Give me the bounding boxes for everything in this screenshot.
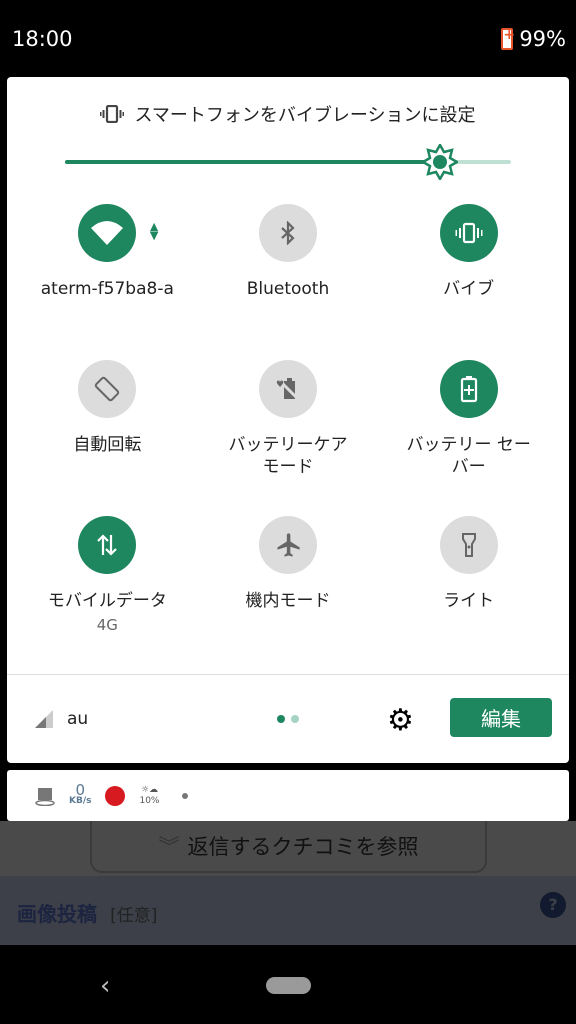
battery-saver-icon[interactable] (439, 360, 498, 418)
weather-info: ☼☁ 10% (139, 784, 160, 806)
tile-label: Bluetooth (246, 279, 330, 299)
tile-battery-saver[interactable]: バッテリー セー バー (378, 360, 559, 516)
network-speed: 0 KB/s (69, 780, 92, 806)
rotate-icon[interactable] (78, 360, 137, 418)
back-icon[interactable]: ‹ (100, 971, 110, 1001)
ringer-mode: スマートフォンをバイブレーションに設定 (7, 101, 569, 127)
mobile-data-icon[interactable] (78, 516, 137, 574)
tile-grid: ▲ ▼ aterm-f57ba8-a Bluetooth バイブ自動回転 ♥ バッテリーケア… (17, 204, 559, 672)
tile-airplane[interactable]: 機内モード (198, 516, 379, 672)
page-dot (291, 715, 299, 723)
trend-micro-icon (105, 785, 126, 806)
signal-icon (35, 710, 53, 728)
tile-rotate[interactable]: 自動回転 (17, 360, 198, 516)
tile-battery-care[interactable]: ♥ バッテリーケア モード (198, 360, 379, 516)
edit-button[interactable]: 編集 (450, 698, 552, 737)
notification-icons-bar[interactable]: 0 KB/s ☼☁ 10% (7, 770, 569, 821)
slider-fill (65, 160, 440, 164)
page-indicator (277, 715, 299, 723)
image-post-section: 画像投稿 [任意] ? (0, 876, 576, 945)
tile-label: バッテリーケア モード (228, 435, 348, 477)
panel-footer: au ⚙ 編集 (7, 674, 569, 763)
clock: 18:00 (12, 27, 73, 51)
bluetooth-icon[interactable] (258, 204, 317, 262)
tile-label: 自動回転 (73, 435, 142, 455)
quick-settings-panel: スマートフォンをバイブレーションに設定 ▲ ▼ aterm-f57ba8-a Blue… (7, 77, 569, 763)
battery-icon (501, 27, 514, 50)
vibrate-icon (100, 105, 125, 123)
tile-label: バッテリー セー バー (406, 435, 531, 477)
vibrate-icon[interactable] (439, 204, 498, 262)
flashlight-icon[interactable] (439, 516, 498, 574)
double-chevron-down-icon: ︾ (158, 835, 180, 859)
weather-icon: ☼☁ (140, 784, 159, 795)
tile-flashlight[interactable]: ライト (378, 516, 559, 672)
more-dot-icon (181, 792, 188, 799)
help-icon[interactable]: ? (540, 892, 566, 918)
reply-reviews-button[interactable]: ︾ 返信するクチコミを参照 (90, 821, 487, 873)
battery-indicator: 99% (501, 27, 566, 51)
navigation-bar: ‹ (0, 945, 576, 1024)
brightness-thumb-icon[interactable] (421, 144, 458, 180)
tile-label: aterm-f57ba8-a (40, 279, 174, 299)
status-bar: 18:00 99% (0, 0, 576, 77)
battery-care-icon[interactable]: ♥ (258, 360, 317, 418)
brightness-slider[interactable] (65, 144, 511, 180)
tile-label: ライト (443, 591, 495, 611)
tile-vibrate[interactable]: バイブ (378, 204, 559, 360)
storage-icon (35, 787, 55, 806)
tile-bluetooth[interactable]: Bluetooth (198, 204, 379, 360)
carrier-info: au (35, 709, 88, 729)
tile-label: 機内モード (245, 591, 331, 611)
svg-text:♥: ♥ (276, 380, 284, 390)
data-activity-icon: ▲ ▼ (149, 220, 159, 242)
wifi-icon[interactable]: ▲ ▼ (78, 204, 158, 262)
home-button[interactable] (266, 977, 311, 994)
tile-label: モバイルデータ 4G (47, 591, 167, 634)
tile-label: バイブ (443, 279, 495, 299)
tile-sublabel: 4G (96, 616, 118, 634)
settings-gear-icon[interactable]: ⚙ (387, 703, 414, 738)
tile-mobile-data[interactable]: モバイルデータ 4G (17, 516, 198, 672)
page-dot-active (277, 715, 285, 723)
tile-wifi[interactable]: ▲ ▼ aterm-f57ba8-a (17, 204, 198, 360)
background-page: ︾ 返信するクチコミを参照 画像投稿 [任意] ? (0, 821, 576, 945)
airplane-icon[interactable] (258, 516, 317, 574)
